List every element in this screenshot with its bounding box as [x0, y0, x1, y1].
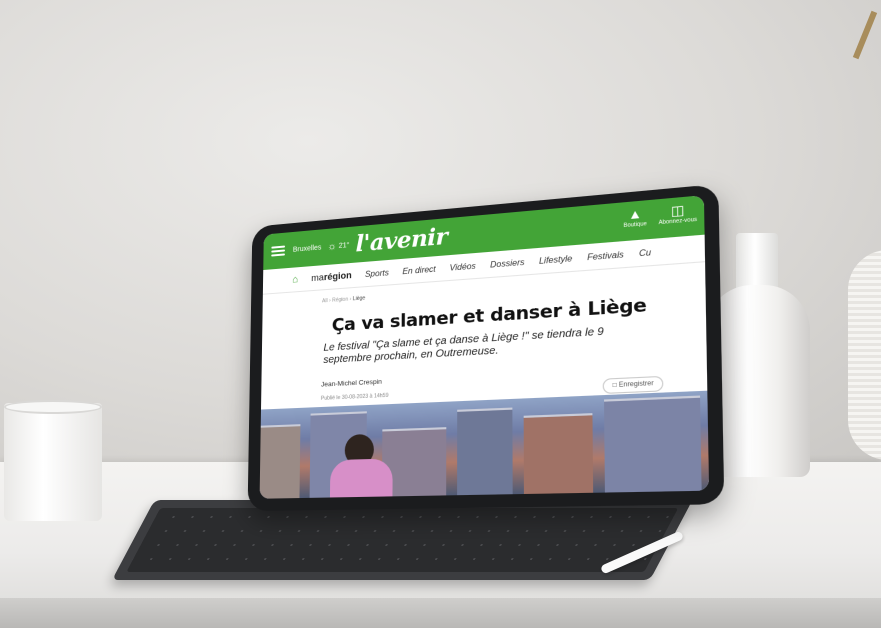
subscribe-label: Abonnez-vous: [659, 217, 697, 227]
save-button[interactable]: □ Enregistrer: [603, 376, 663, 394]
cup-rim: [4, 400, 102, 414]
breadcrumb-liege[interactable]: Liège: [353, 295, 366, 302]
home-icon[interactable]: ⌂: [292, 274, 298, 285]
nav-item-lifestyle[interactable]: Lifestyle: [539, 253, 572, 265]
keyboard-keys: [126, 508, 678, 572]
hamburger-menu-icon[interactable]: [271, 246, 285, 257]
person-shirt: [330, 458, 393, 498]
subscribe-button[interactable]: ◫ Abonnez-vous: [658, 201, 697, 226]
tablet: Bruxelles ☼ 21° l'avenir ▲ Boutique ◫ Ab…: [248, 184, 725, 511]
nav-brand-main: région: [324, 270, 352, 282]
bookmark-icon: □: [612, 382, 616, 389]
publish-date: Publié le 30-08-2023 à 14h59: [321, 393, 389, 402]
photo-building: [524, 413, 593, 494]
sun-icon: ☼: [327, 241, 336, 253]
site-logo[interactable]: l'avenir: [355, 223, 447, 257]
ribbed-vase: [848, 250, 881, 460]
photo-scene: Bruxelles ☼ 21° l'avenir ▲ Boutique ◫ Ab…: [0, 0, 881, 628]
nav-item-dossiers[interactable]: Dossiers: [490, 257, 524, 269]
weather-temperature: 21°: [339, 241, 350, 249]
desk-edge: [0, 598, 881, 628]
weather-city[interactable]: Bruxelles: [293, 244, 322, 253]
newspaper-icon: ◫: [671, 202, 685, 218]
nav-item-videos[interactable]: Vidéos: [450, 261, 476, 272]
nav-item-culture[interactable]: Cu: [639, 247, 651, 258]
nav-item-en-direct[interactable]: En direct: [402, 264, 435, 276]
breadcrumb-all[interactable]: All: [322, 298, 328, 304]
shop-button[interactable]: ▲ Boutique: [623, 206, 646, 230]
save-label: Enregistrer: [619, 381, 654, 389]
bag-icon: ▲: [628, 206, 642, 222]
photo-person: [330, 433, 393, 497]
nav-item-festivals[interactable]: Festivals: [587, 249, 624, 262]
shop-label: Boutique: [624, 221, 647, 229]
nav-ma-region[interactable]: marégion: [311, 270, 351, 283]
photo-building: [260, 424, 301, 499]
header-actions: ▲ Boutique ◫ Abonnez-vous: [623, 201, 697, 229]
vase-neck: [736, 233, 778, 291]
tablet-screen: Bruxelles ☼ 21° l'avenir ▲ Boutique ◫ Ab…: [260, 195, 710, 499]
ceramic-cup: [4, 403, 102, 521]
photo-building: [604, 396, 702, 493]
nav-brand-prefix: ma: [311, 272, 324, 283]
article-photo: [260, 391, 710, 499]
photo-building: [457, 408, 513, 496]
nav-item-sports[interactable]: Sports: [365, 268, 389, 279]
breadcrumb-region[interactable]: Région: [332, 297, 348, 304]
